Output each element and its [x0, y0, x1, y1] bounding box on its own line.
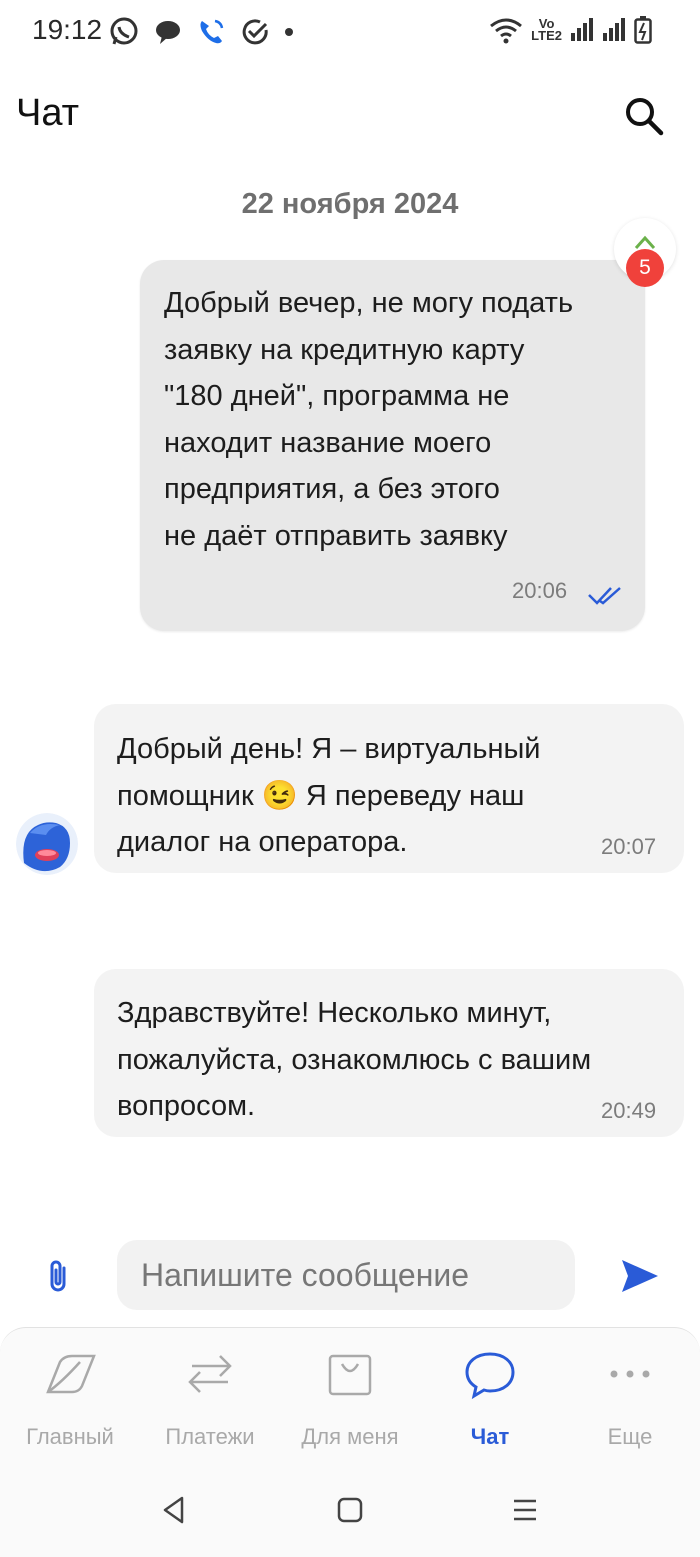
message-time: 20:07	[601, 834, 657, 859]
bot-avatar[interactable]	[16, 813, 78, 875]
message-text: Добрый вечер, не могу подать заявку на к…	[164, 280, 573, 559]
message-line: вопросом.	[117, 1090, 256, 1122]
bot-avatar-icon	[16, 813, 78, 875]
home-leaf-icon	[46, 1354, 96, 1394]
home-icon	[337, 1497, 363, 1523]
phone-icon	[200, 19, 224, 44]
attach-button[interactable]	[40, 1256, 76, 1296]
nav-label: Еще	[607, 1424, 653, 1449]
nav-item-chat[interactable]: Чат	[420, 1348, 560, 1458]
nav-item-for-me[interactable]: Для меня	[280, 1348, 420, 1458]
message-line: диалог на оператора.	[117, 826, 408, 858]
dot-icon	[285, 28, 293, 36]
message-line: находит название моего	[164, 426, 492, 459]
volte-bottom: LTE2	[531, 28, 562, 43]
signal-icon	[571, 18, 593, 41]
message-line: "180 дней", программа не	[164, 380, 510, 412]
message-line: пожалуйста, ознакомлюсь с вашим	[117, 1043, 592, 1076]
message-time: 20:49	[601, 1098, 657, 1123]
transfer-arrows-icon	[188, 1355, 232, 1393]
message-input[interactable]	[117, 1240, 575, 1310]
chat-bubble-icon	[156, 21, 180, 44]
nav-item-more[interactable]: Еще	[560, 1348, 700, 1458]
system-home-button[interactable]	[320, 1488, 380, 1532]
message-line: заявку на кредитную карту	[164, 333, 525, 366]
message-line: не даёт отправить заявку	[164, 519, 508, 552]
send-icon	[622, 1260, 658, 1292]
message-text: Здравствуйте! Несколько минут, пожалуйст…	[117, 990, 591, 1130]
nav-label: Платежи	[165, 1424, 255, 1449]
message-line: предприятия, а без этого	[164, 473, 500, 505]
unread-count-badge: 5	[626, 249, 664, 287]
message-line: Добрый вечер, не могу подать	[164, 287, 574, 319]
nav-item-home[interactable]: Главный	[0, 1348, 140, 1458]
send-button[interactable]	[618, 1254, 662, 1298]
signal-icon	[603, 18, 625, 41]
search-icon	[626, 98, 664, 136]
whatsapp-icon	[110, 17, 138, 45]
nav-label: Чат	[470, 1424, 510, 1449]
system-back-button[interactable]	[144, 1488, 204, 1532]
back-icon	[163, 1496, 184, 1524]
notification-icons	[108, 16, 294, 48]
system-recents-button[interactable]	[495, 1488, 555, 1532]
status-bar: 19:12 Vo LTE2	[0, 0, 700, 64]
outgoing-message-bubble[interactable]: Добрый вечер, не могу подать заявку на к…	[140, 260, 645, 631]
nav-label: Для меня	[301, 1424, 399, 1449]
shopping-bag-icon	[328, 1354, 372, 1396]
double-check-icon	[588, 587, 621, 605]
message-time: 20:06	[512, 578, 568, 603]
system-status-icons: Vo LTE2	[489, 16, 652, 44]
recents-icon	[514, 1499, 536, 1521]
search-button[interactable]	[622, 94, 666, 138]
date-separator: 22 ноября 2024	[241, 188, 459, 220]
check-circle-icon	[242, 19, 268, 45]
incoming-message-bubble[interactable]: Здравствуйте! Несколько минут, пожалуйст…	[94, 969, 684, 1137]
volte-icon: Vo LTE2	[531, 17, 562, 43]
message-line: Здравствуйте! Несколько минут,	[117, 997, 552, 1029]
nav-item-payments[interactable]: Платежи	[140, 1348, 280, 1458]
incoming-message-bubble[interactable]: Добрый день! Я – виртуальный помощник 😉 …	[94, 704, 684, 873]
message-text: Добрый день! Я – виртуальный помощник 😉 …	[117, 726, 541, 866]
chat-icon	[465, 1352, 515, 1400]
nav-label: Главный	[26, 1424, 114, 1449]
battery-icon	[634, 16, 652, 44]
more-dots-icon	[610, 1370, 650, 1378]
wifi-icon	[490, 18, 523, 44]
message-line: помощник 😉 Я переведу наш	[117, 779, 525, 812]
status-time: 19:12	[32, 14, 103, 45]
page-title: Чат	[16, 92, 80, 134]
paperclip-icon	[50, 1260, 66, 1292]
message-line: Добрый день! Я – виртуальный	[117, 733, 541, 765]
